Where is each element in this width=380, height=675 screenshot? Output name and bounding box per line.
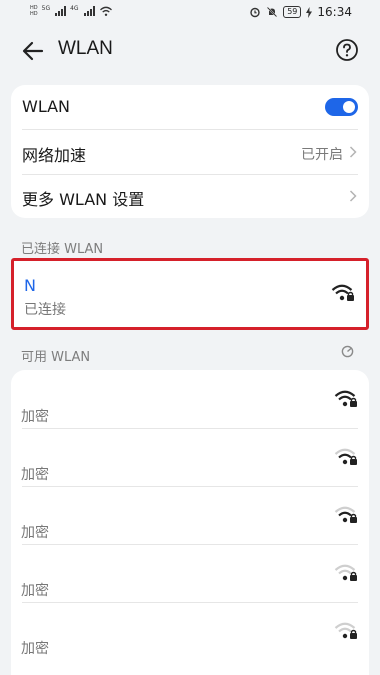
- network-acceleration-row[interactable]: 网络加速 已开启: [11, 130, 369, 174]
- alarm-icon: [250, 7, 260, 18]
- connected-network-name: N: [24, 276, 36, 295]
- app-header: WLAN: [0, 26, 380, 76]
- wlan-toggle-row[interactable]: WLAN: [11, 85, 369, 129]
- mute-bell-icon: [267, 6, 278, 18]
- status-bar-right: 59 16:34: [249, 5, 352, 19]
- signal-icon: [83, 6, 95, 16]
- available-section-title: 可用 WLAN: [21, 350, 91, 365]
- connected-network-item[interactable]: N 已连接: [11, 258, 369, 330]
- network-item[interactable]: 加密: [11, 370, 369, 428]
- more-wlan-settings-row[interactable]: 更多 WLAN 设置: [11, 174, 369, 218]
- back-arrow-icon[interactable]: [20, 38, 46, 64]
- network-type-2: 4G: [70, 5, 79, 12]
- help-icon[interactable]: [335, 38, 359, 62]
- chevron-right-icon: [349, 190, 357, 202]
- battery-indicator: 59: [283, 6, 302, 18]
- wifi-lock-icon: [334, 448, 357, 465]
- signal-icon: [55, 6, 67, 16]
- connected-section-title: 已连接 WLAN: [21, 242, 104, 257]
- settings-card: WLAN 网络加速 已开启 更多 WLAN 设置: [11, 85, 369, 218]
- wifi-lock-icon: [331, 284, 354, 301]
- scanning-icon[interactable]: [341, 345, 354, 358]
- network-acceleration-label: 网络加速: [22, 146, 87, 165]
- wifi-lock-icon: [334, 564, 357, 581]
- network-acceleration-value: 已开启: [301, 147, 343, 163]
- page-title: WLAN: [58, 38, 113, 59]
- wlan-toggle-switch[interactable]: [325, 98, 358, 116]
- network-security: 加密: [21, 583, 49, 599]
- network-security: 加密: [21, 409, 49, 425]
- wifi-lock-icon: [334, 390, 357, 407]
- network-item[interactable]: 加密: [11, 602, 369, 660]
- network-item[interactable]: 加密: [11, 486, 369, 544]
- network-security: 加密: [21, 467, 49, 483]
- wifi-lock-icon: [334, 506, 357, 523]
- hd-indicator: HD HD: [30, 5, 38, 17]
- network-type-1: 5G: [41, 5, 51, 12]
- clock: 16:34: [317, 5, 352, 19]
- wifi-status-icon: [99, 6, 112, 16]
- network-item[interactable]: 加密: [11, 544, 369, 602]
- connected-network-status: 已连接: [24, 302, 66, 318]
- network-security: 加密: [21, 525, 49, 541]
- hd-label-2: HD: [30, 11, 38, 17]
- more-wlan-settings-label: 更多 WLAN 设置: [22, 190, 145, 209]
- available-networks-list: 加密 加密 加密 加密 加密: [11, 370, 369, 675]
- status-bar-left: HD HD 5G 4G: [30, 5, 113, 17]
- status-bar: HD HD 5G 4G 59 16:34: [0, 0, 380, 26]
- charging-icon: [306, 6, 313, 18]
- chevron-right-icon: [349, 146, 357, 158]
- wifi-lock-icon: [334, 622, 357, 639]
- wlan-label: WLAN: [22, 97, 71, 116]
- toggle-knob: [343, 101, 355, 113]
- network-item[interactable]: 加密: [11, 428, 369, 486]
- network-security: 加密: [21, 641, 49, 657]
